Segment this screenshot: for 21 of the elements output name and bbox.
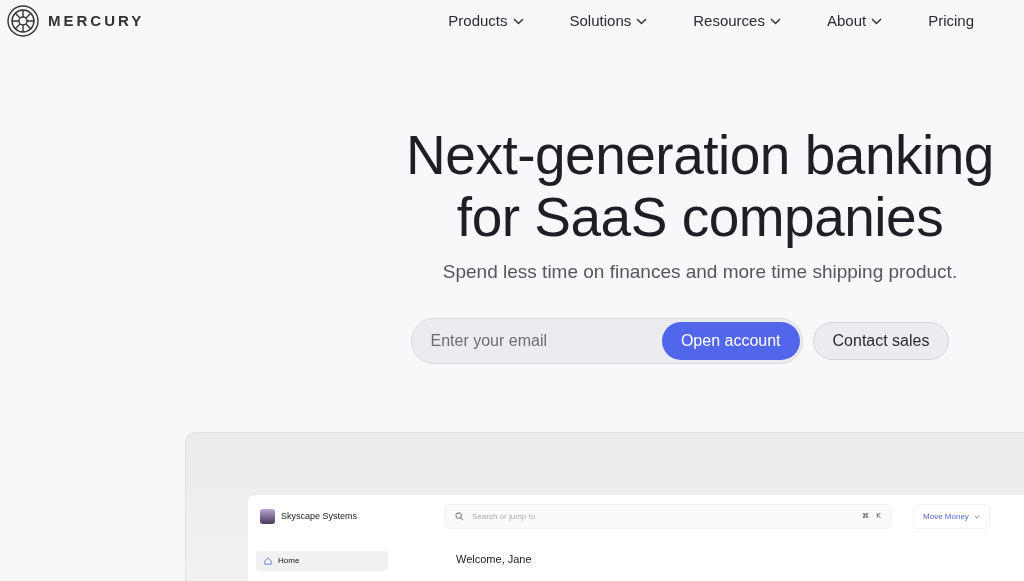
- open-account-button[interactable]: Open account: [661, 321, 800, 360]
- email-signup-bar[interactable]: Enter your email Open account: [410, 317, 803, 364]
- contact-sales-button[interactable]: Contact sales: [812, 321, 950, 360]
- home-icon: [264, 556, 272, 565]
- logo-icon[interactable]: [6, 4, 40, 38]
- sidebar-item[interactable]: Home: [256, 550, 388, 571]
- nav-link[interactable]: Resources: [693, 9, 781, 33]
- nav-link[interactable]: About: [826, 9, 883, 33]
- brand-name: MERCURY: [48, 10, 145, 31]
- search-icon: [455, 512, 465, 521]
- company-name[interactable]: Skyscape Systems: [281, 509, 358, 524]
- chevron-down-icon: [973, 514, 980, 519]
- hero-subtitle: Spend less time on finances and more time shipping product.: [442, 260, 958, 284]
- company-logo-icon: [260, 509, 275, 524]
- hero-heading: Next-generation banking for SaaS companies: [406, 124, 994, 248]
- nav-link[interactable]: Solutions: [569, 9, 648, 33]
- welcome-heading: Welcome, Jane: [456, 551, 532, 567]
- nav-link[interactable]: Products: [448, 9, 524, 33]
- nav-link[interactable]: Pricing: [928, 9, 974, 33]
- move-money-button[interactable]: Move Money: [913, 504, 990, 529]
- email-field[interactable]: Enter your email: [430, 328, 662, 353]
